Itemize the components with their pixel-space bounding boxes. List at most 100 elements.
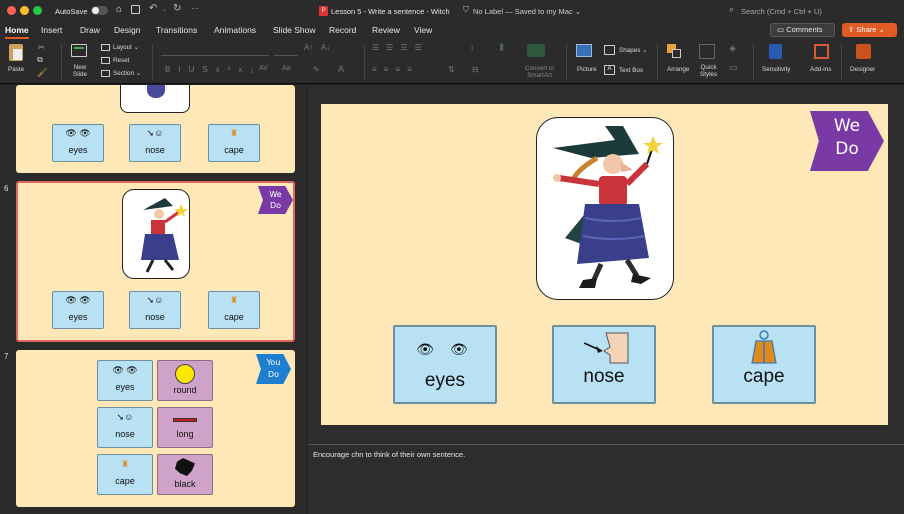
character-spacing-icon[interactable]: AV <box>259 65 268 72</box>
copy-icon[interactable]: ⧉ <box>37 55 43 65</box>
picture-icon[interactable] <box>576 44 592 57</box>
shapes-button[interactable]: Shapes ⌄ <box>619 47 647 54</box>
reset-button[interactable]: Reset <box>113 57 129 64</box>
close-window-button[interactable] <box>7 6 16 15</box>
paste-label: Paste <box>8 66 25 73</box>
layout-button[interactable]: Layout ⌄ <box>113 44 139 51</box>
slide-thumbnail-5[interactable]: 👁 👁 eyes ➘☺ nose ♜ cape <box>16 85 295 173</box>
section-icon[interactable] <box>101 70 110 77</box>
font-color-icon[interactable]: A <box>338 64 344 74</box>
sensitivity-icon[interactable] <box>769 44 782 59</box>
section-button[interactable]: Section ⌄ <box>113 70 141 77</box>
align-text-icon[interactable]: ⊟ <box>472 65 479 74</box>
word-card-cape: ♜ cape <box>97 454 153 495</box>
word-card-round: round <box>157 360 213 401</box>
reset-icon[interactable] <box>101 57 110 64</box>
slide-thumbnail-6[interactable]: We Do 👁 👁 eyes ➘☺ nose ♜ cape <box>16 181 295 342</box>
more-icon[interactable]: ··· <box>191 4 199 13</box>
tab-view[interactable]: View <box>414 25 432 35</box>
label-status[interactable]: No Label — Saved to my Mac ⌄ <box>473 7 581 16</box>
word-card-eyes-large[interactable]: 👁 👁 eyes <box>393 325 497 404</box>
designer-label: Designer <box>850 66 876 73</box>
cut-icon[interactable]: ✂ <box>38 43 45 52</box>
word-card-eyes: 👁 👁 eyes <box>52 124 104 162</box>
nose-icon <box>554 327 654 365</box>
decrease-font-icon[interactable]: A↓ <box>321 43 330 52</box>
paste-icon[interactable] <box>9 44 23 61</box>
tab-home[interactable]: Home <box>5 25 29 39</box>
save-icon[interactable] <box>131 5 140 14</box>
slide-thumbnails-pane: 👁 👁 eyes ➘☺ nose ♜ cape 6 We Do 👁 👁 eyes ➘☺ n… <box>0 85 307 514</box>
you-do-badge: You Do <box>256 354 291 384</box>
witch-image <box>122 189 190 279</box>
format-painter-icon[interactable]: 🖌 <box>37 68 47 77</box>
add-ins-icon[interactable] <box>814 44 829 59</box>
layout-icon[interactable] <box>101 44 110 51</box>
arrange-icon[interactable] <box>667 44 682 59</box>
designer-icon[interactable] <box>856 44 871 59</box>
line-spacing-icon[interactable]: ↕ <box>470 43 474 52</box>
tab-draw[interactable]: Draw <box>80 25 100 35</box>
new-slide-icon[interactable] <box>71 44 87 57</box>
autosave-toggle[interactable] <box>91 6 108 15</box>
slide-thumbnail-7[interactable]: You Do 👁 👁 eyes round ➘☺ nose long ♜ cape b… <box>16 350 295 507</box>
word-card-long: long <box>157 407 213 448</box>
undo-dropdown-icon[interactable]: ⌄ <box>162 6 167 13</box>
font-size-dropdown[interactable] <box>274 45 298 56</box>
we-do-badge: We Do <box>258 186 293 214</box>
shapes-icon[interactable] <box>604 45 615 55</box>
new-slide-label: New Slide <box>73 64 88 78</box>
picture-label: Picture <box>577 66 597 73</box>
shape-fill-icon[interactable]: ◈ <box>729 43 736 54</box>
list-buttons[interactable]: ☰☰☰☰ <box>372 43 429 52</box>
title-bar: AutoSave ⌂ ↶ ⌄ ↻ ··· P Lesson 5 - Write … <box>0 0 904 22</box>
quick-styles-icon[interactable] <box>699 44 715 59</box>
main-slide-canvas[interactable]: We Do 👁 👁 eyes nose cape <box>321 104 888 425</box>
tab-insert[interactable]: Insert <box>41 25 62 35</box>
font-style-buttons[interactable]: BIUSx²x₂ <box>165 65 261 74</box>
word-card-nose: ➘☺ nose <box>129 291 181 329</box>
search-input[interactable]: Search (Cmd + Ctrl + U) <box>741 7 822 16</box>
home-icon[interactable]: ⌂ <box>116 4 122 15</box>
word-card-eyes: 👁 👁 eyes <box>97 360 153 401</box>
redo-icon[interactable]: ↻ <box>173 3 181 14</box>
tab-animations[interactable]: Animations <box>214 25 256 35</box>
eyes-icon: 👁 👁 <box>416 341 474 357</box>
share-button[interactable]: ⇪ Share ⌄ <box>842 23 897 37</box>
shape-outline-icon[interactable]: ▭ <box>729 62 738 73</box>
sensitivity-label: Sensitivity <box>762 66 791 73</box>
zoom-window-button[interactable] <box>33 6 42 15</box>
quick-styles-label: Quick Styles <box>700 64 718 78</box>
tab-slide-show[interactable]: Slide Show <box>273 25 316 35</box>
undo-icon[interactable]: ↶ <box>149 3 157 14</box>
highlight-icon[interactable]: ✎ <box>313 65 320 74</box>
tab-transitions[interactable]: Transitions <box>156 25 197 35</box>
ribbon-toolbar: Paste ✂ ⧉ 🖌 New Slide Layout ⌄ Reset Sec… <box>0 40 904 84</box>
word-card-nose-large[interactable]: nose <box>552 325 656 404</box>
columns-icon[interactable]: ⫼ <box>500 43 504 53</box>
word-card-black: black <box>157 454 213 495</box>
comments-button[interactable]: ▭ Comments <box>770 23 835 37</box>
alignment-buttons[interactable]: ≡≡≡≡ <box>372 65 419 74</box>
speaker-notes[interactable]: Encourage chn to think of their own sent… <box>313 450 465 459</box>
increase-font-icon[interactable]: A↑ <box>304 43 313 52</box>
word-card-cape-large[interactable]: cape <box>712 325 816 404</box>
convert-smartart-label: Convert to SmartArt <box>525 65 555 79</box>
comment-icon: ▭ <box>777 25 785 34</box>
notes-divider[interactable] <box>308 444 904 445</box>
tab-design[interactable]: Design <box>114 25 140 35</box>
text-box-icon[interactable]: A <box>604 65 615 75</box>
ribbon-tabs: Home Insert Draw Design Transitions Anim… <box>0 22 904 40</box>
slide-number-7: 7 <box>4 352 9 361</box>
tab-record[interactable]: Record <box>329 25 356 35</box>
word-card-nose: ➘☺ nose <box>129 124 181 162</box>
font-name-dropdown[interactable] <box>161 45 269 56</box>
witch-picture[interactable] <box>536 117 674 300</box>
change-case-icon[interactable]: Aa <box>282 65 291 72</box>
we-do-badge-large: We Do <box>810 111 884 171</box>
tab-review[interactable]: Review <box>372 25 400 35</box>
smartart-icon[interactable] <box>527 44 545 57</box>
text-direction-icon[interactable]: ⇅ <box>448 65 455 74</box>
text-box-button[interactable]: Text Box <box>619 67 643 74</box>
minimize-window-button[interactable] <box>20 6 29 15</box>
